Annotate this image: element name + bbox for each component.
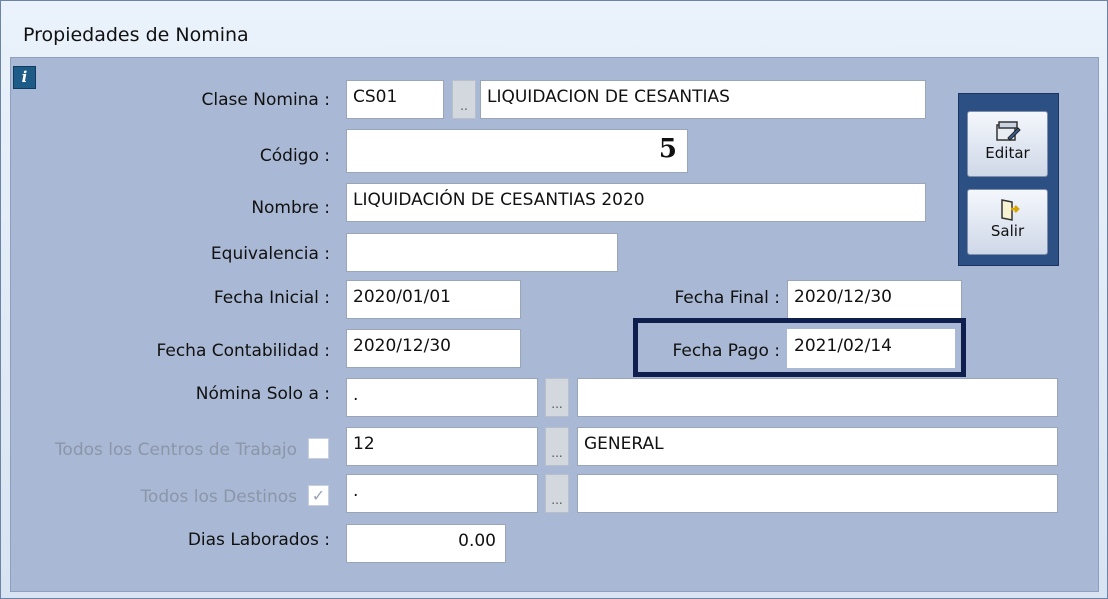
todos-centros-checkbox[interactable] [308,438,329,459]
exit-door-icon [1000,199,1020,221]
destino-lookup-button[interactable]: ... [545,474,569,513]
fecha-inicial-field[interactable]: 2020/01/01 [346,280,521,319]
equivalencia-label: Equivalencia : [210,244,330,264]
centro-trabajo-field[interactable]: 12 [346,427,538,466]
edit-button-label: Editar [985,144,1030,162]
nombre-label: Nombre : [251,198,330,218]
nomina-solo-a-description-field[interactable] [577,378,1058,417]
fecha-contabilidad-label: Fecha Contabilidad : [156,341,330,361]
nomina-solo-a-lookup-button[interactable]: ... [545,378,569,417]
clase-nomina-label: Clase Nomina : [201,90,330,110]
edit-button[interactable]: Editar [967,111,1048,177]
codigo-field[interactable]: 5 [346,129,688,173]
destino-field[interactable]: . [346,474,538,513]
todos-destinos-label: Todos los Destinos [140,487,297,507]
fecha-contabilidad-field[interactable]: 2020/12/30 [346,329,521,368]
clase-nomina-description-field[interactable]: LIQUIDACION DE CESANTIAS [480,80,926,119]
destino-description-field[interactable] [577,474,1058,513]
nomina-solo-a-field[interactable]: . [346,378,538,417]
fecha-final-field[interactable]: 2020/12/30 [787,280,962,319]
action-button-panel: Editar Salir [958,93,1059,266]
codigo-label: Código : [259,146,330,166]
window-title: Propiedades de Nomina [23,24,249,46]
exit-button-label: Salir [990,222,1025,240]
title-bar: Propiedades de Nomina [1,1,1107,57]
info-icon[interactable]: i [13,66,36,89]
centro-trabajo-description-field[interactable]: GENERAL [577,427,1058,466]
clase-nomina-lookup-button[interactable]: .. [452,80,476,119]
centro-trabajo-lookup-button[interactable]: ... [545,427,569,466]
exit-button[interactable]: Salir [967,189,1048,255]
fecha-pago-highlight [633,318,966,377]
clase-nomina-code-field[interactable]: CS01 [346,80,444,119]
nombre-field[interactable]: LIQUIDACIÓN DE CESANTIAS 2020 [346,183,926,222]
edit-icon [995,121,1021,141]
dias-laborados-field[interactable]: 0.00 [346,524,506,563]
dias-laborados-label: Dias Laborados : [187,530,330,550]
todos-centros-label: Todos los Centros de Trabajo [54,440,297,460]
fecha-final-label: Fecha Final : [674,288,780,308]
equivalencia-field[interactable] [346,233,618,272]
fecha-inicial-label: Fecha Inicial : [213,288,330,308]
nomina-solo-a-label: Nómina Solo a : [195,384,330,404]
todos-destinos-checkbox[interactable]: ✓ [308,485,329,506]
